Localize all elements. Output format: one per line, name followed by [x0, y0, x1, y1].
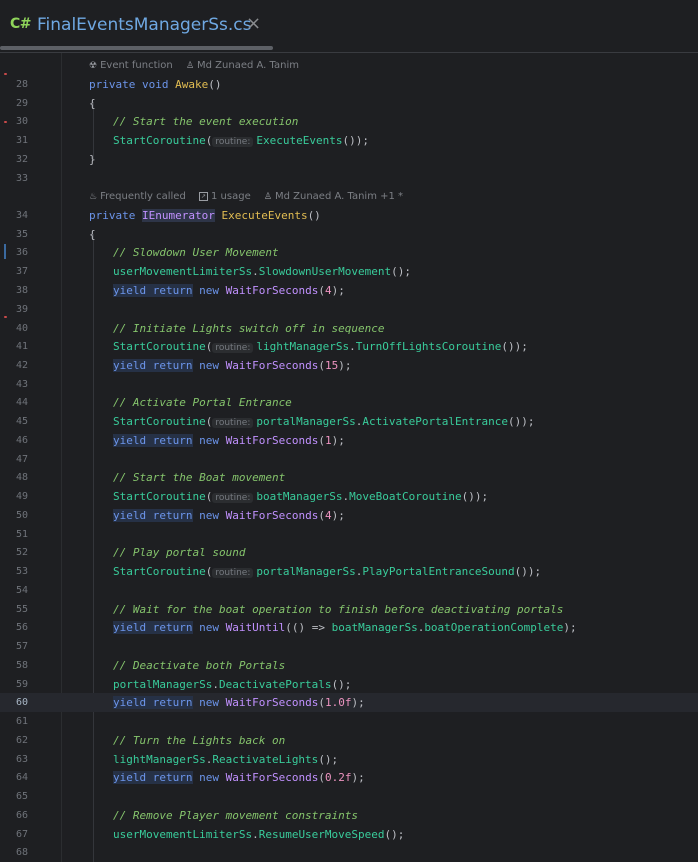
code-line: 59 portalManagerSs.DeactivatePortals();: [15, 678, 352, 691]
code-line: 58 // Deactivate both Portals: [15, 659, 286, 672]
code-line: 34 private IEnumerator ExecuteEvents(): [15, 209, 321, 222]
code-line-current: 60 yield return new WaitForSeconds(1.0f)…: [0, 693, 698, 712]
author-lens[interactable]: ♙ Md Zunaed A. Tanim: [186, 60, 299, 71]
parameter-hint: routine:: [212, 568, 254, 578]
code-line: 67 userMovementLimiterSs.ResumeUserMoveS…: [15, 828, 405, 841]
code-line: 41 StartCoroutine(routine: lightManagerSs…: [15, 340, 528, 353]
usages-lens[interactable]: ↗ 1 usage: [199, 191, 251, 202]
flame-icon: ♨: [89, 192, 98, 202]
code-line: 63 lightManagerSs.ReactivateLights();: [15, 753, 339, 766]
code-line: 64 yield return new WaitForSeconds(0.2f)…: [15, 771, 365, 784]
code-line: 35 {: [15, 228, 96, 241]
tab-scrollbar[interactable]: [0, 46, 273, 50]
code-line: 65: [15, 791, 28, 802]
code-line: 31 StartCoroutine(routine: ExecuteEvents(…: [15, 134, 369, 147]
code-line: 50 yield return new WaitForSeconds(4);: [15, 509, 345, 522]
code-line: 62 // Turn the Lights back on: [15, 734, 286, 747]
code-line: 38 yield return new WaitForSeconds(4);: [15, 284, 345, 297]
code-line: 43: [15, 379, 28, 390]
code-line: 52 // Play portal sound: [15, 546, 246, 559]
frequently-called-lens[interactable]: ♨ Frequently called: [89, 191, 186, 202]
code-line: 61: [15, 716, 28, 727]
code-line: 42 yield return new WaitForSeconds(15);: [15, 359, 352, 372]
code-line: 53 StartCoroutine(routine: portalManagerS…: [15, 565, 542, 578]
code-line: 29 {: [15, 97, 96, 110]
code-line: 30 // Start the event execution: [15, 115, 299, 128]
file-tab-title[interactable]: FinalEventsManagerSs.cs: [37, 15, 252, 35]
code-line: 32 }: [15, 153, 96, 166]
code-lens-awake: ☢ Event function ♙ Md Zunaed A. Tanim: [89, 56, 309, 76]
code-line: 68: [15, 847, 28, 858]
code-line: 33: [15, 173, 28, 184]
parameter-hint: routine:: [212, 493, 254, 503]
code-lens-execute-events: ♨ Frequently called ↗ 1 usage ♙ Md Zunaed A…: [89, 187, 413, 207]
unity-event-icon: ☢: [89, 61, 98, 71]
usage-icon: ↗: [199, 191, 208, 201]
author-lens[interactable]: ♙ Md Zunaed A. Tanim +1 *: [264, 191, 403, 202]
code-line: 66 // Remove Player movement constraints: [15, 809, 359, 822]
code-line: 40 // Initiate Lights switch off in sequ…: [15, 322, 385, 335]
code-line: 36 // Slowdown User Movement: [15, 246, 279, 259]
close-tab-icon[interactable]: ×: [246, 13, 261, 34]
code-line: 28 private void Awake(): [15, 78, 222, 91]
code-line: 39: [15, 304, 28, 315]
code-editor[interactable]: ☢ Event function ♙ Md Zunaed A. Tanim 28 p…: [0, 53, 698, 862]
code-line: 49 StartCoroutine(routine: boatManagerSs.…: [15, 490, 489, 503]
csharp-file-icon: C#: [10, 16, 32, 32]
person-icon: ♙: [185, 61, 195, 71]
code-line: 45 StartCoroutine(routine: portalManagerS…: [15, 415, 535, 428]
editor-tab-bar: C# FinalEventsManagerSs.cs ×: [0, 0, 698, 53]
code-line: 46 yield return new WaitForSeconds(1);: [15, 434, 345, 447]
parameter-hint: routine:: [212, 343, 254, 353]
code-line: 51: [15, 529, 28, 540]
parameter-hint: routine:: [212, 137, 254, 147]
code-line: 48 // Start the Boat movement: [15, 471, 286, 484]
code-line: 55 // Wait for the boat operation to fin…: [15, 603, 564, 616]
code-line: 44 // Activate Portal Entrance: [15, 396, 292, 409]
code-line: 56 yield return new WaitUntil(() => boat…: [15, 621, 577, 634]
code-line: 57: [15, 641, 28, 652]
event-function-lens[interactable]: ☢ Event function: [89, 60, 173, 71]
code-line: 54: [15, 585, 28, 596]
parameter-hint: routine:: [212, 418, 254, 428]
code-line: 37 userMovementLimiterSs.SlowdownUserMov…: [15, 265, 412, 278]
code-line: 47: [15, 454, 28, 465]
person-icon: ♙: [263, 192, 272, 202]
